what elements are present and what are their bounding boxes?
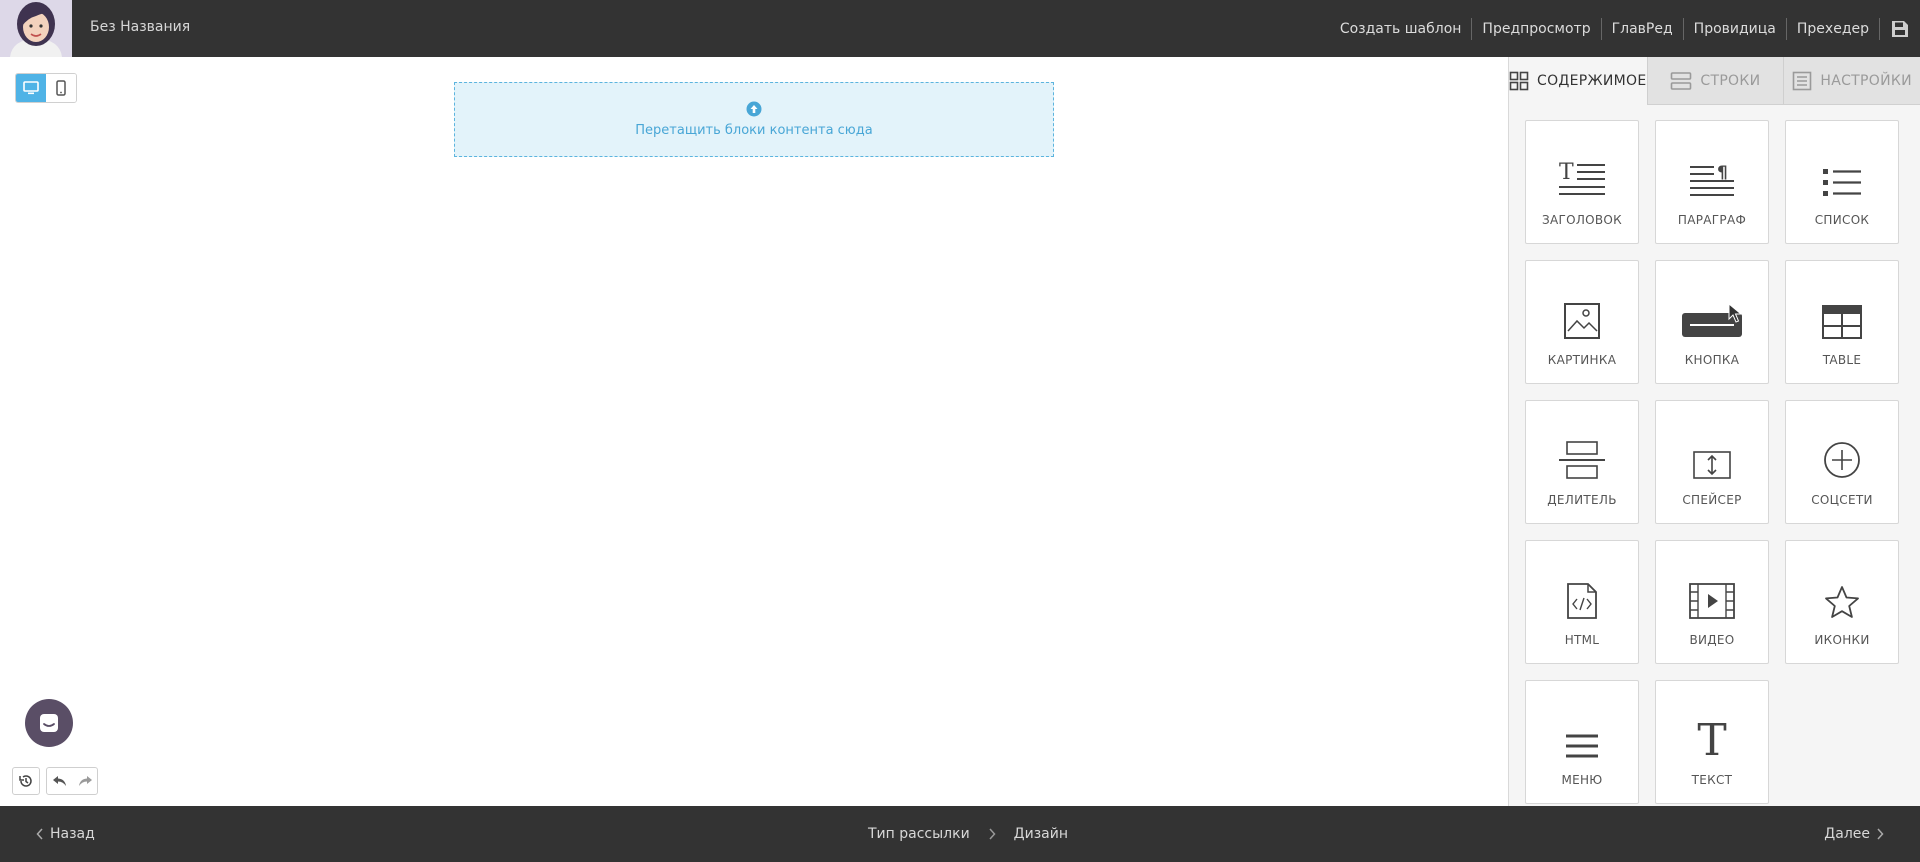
- preview-link[interactable]: Предпросмотр: [1472, 17, 1602, 40]
- chevron-right-icon: [989, 828, 996, 840]
- block-paragraph-label: ПАРАГРАФ: [1677, 213, 1747, 227]
- step-mailing-type[interactable]: Тип рассылки: [868, 826, 970, 842]
- glavred-link[interactable]: ГлавРед: [1602, 17, 1684, 40]
- grid-icon: [1509, 71, 1529, 91]
- blocks-panel: СОДЕРЖИМОЕ СТРОКИ НАСТРОЙКИ T ЗАГОЛОВОК …: [1508, 57, 1920, 806]
- block-social-label: СОЦСЕТИ: [1811, 493, 1873, 507]
- block-heading[interactable]: T ЗАГОЛОВОК: [1525, 120, 1639, 244]
- block-icons-label: ИКОНКИ: [1814, 633, 1870, 647]
- undo-icon: [52, 776, 66, 786]
- block-spacer-label: СПЕЙСЕР: [1682, 493, 1742, 507]
- block-image-label: КАРТИНКА: [1547, 353, 1617, 367]
- next-button[interactable]: Далее: [1824, 806, 1884, 862]
- tab-rows[interactable]: СТРОКИ: [1646, 57, 1784, 105]
- svg-text:¶: ¶: [1717, 163, 1728, 183]
- drop-zone-text: Перетащить блоки контента сюда: [635, 123, 873, 138]
- bottom-bar: Назад Тип рассылки Дизайн Далее: [0, 806, 1920, 862]
- divider-icon: [1559, 441, 1605, 479]
- svg-text:T: T: [1559, 161, 1574, 185]
- content-drop-zone[interactable]: Перетащить блоки контента сюда: [454, 82, 1054, 157]
- step-design[interactable]: Дизайн: [1014, 826, 1068, 842]
- block-heading-label: ЗАГОЛОВОК: [1541, 213, 1623, 227]
- table-icon: [1822, 305, 1862, 339]
- block-text[interactable]: T ТЕКСТ: [1655, 680, 1769, 804]
- panel-tabs: СОДЕРЖИМОЕ СТРОКИ НАСТРОЙКИ: [1509, 57, 1920, 105]
- block-table[interactable]: TABLE: [1785, 260, 1899, 384]
- history-icon: [19, 775, 32, 787]
- paragraph-icon: ¶: [1690, 163, 1734, 196]
- content-blocks-grid: T ЗАГОЛОВОК ¶ ПАРАГРАФ СПИСОК КАРТИНКА К…: [1525, 120, 1899, 804]
- back-button[interactable]: Назад: [36, 806, 95, 862]
- top-menu: Создать шаблон Предпросмотр ГлавРед Пров…: [1330, 0, 1920, 57]
- redo-icon: [78, 776, 92, 786]
- block-list[interactable]: СПИСОК: [1785, 120, 1899, 244]
- star-icon: [1825, 586, 1859, 618]
- save-button[interactable]: [1880, 0, 1920, 57]
- desktop-view-button[interactable]: [16, 74, 46, 102]
- block-icons[interactable]: ИКОНКИ: [1785, 540, 1899, 664]
- spacer-icon: [1693, 451, 1731, 479]
- plus-circle-icon: [1824, 442, 1860, 478]
- redo-button[interactable]: [72, 768, 97, 794]
- undo-button[interactable]: [47, 768, 72, 794]
- svg-text:T: T: [1697, 719, 1726, 759]
- email-canvas: Перетащить блоки контента сюда: [0, 57, 1508, 806]
- history-button[interactable]: [12, 767, 40, 795]
- tab-content-label: СОДЕРЖИМОЕ: [1537, 73, 1647, 89]
- tab-settings-label: НАСТРОЙКИ: [1820, 72, 1912, 89]
- desktop-icon: [23, 81, 39, 95]
- block-menu-label: МЕНЮ: [1561, 773, 1603, 787]
- block-list-label: СПИСОК: [1814, 213, 1870, 227]
- mobile-icon: [56, 80, 66, 96]
- block-table-label: TABLE: [1822, 353, 1862, 367]
- text-t-icon: T: [1697, 719, 1726, 759]
- history-toolbar: [12, 767, 98, 795]
- image-icon: [1564, 303, 1600, 339]
- mobile-view-button[interactable]: [46, 74, 76, 102]
- block-html[interactable]: HTML: [1525, 540, 1639, 664]
- block-divider-label: ДЕЛИТЕЛЬ: [1547, 493, 1617, 507]
- block-menu[interactable]: МЕНЮ: [1525, 680, 1639, 804]
- block-button[interactable]: КНОПКА: [1655, 260, 1769, 384]
- rows-icon: [1671, 71, 1692, 90]
- block-video[interactable]: ВИДЕО: [1655, 540, 1769, 664]
- tab-rows-label: СТРОКИ: [1700, 72, 1761, 89]
- block-spacer[interactable]: СПЕЙСЕР: [1655, 400, 1769, 524]
- video-film-icon: [1689, 583, 1735, 619]
- block-image[interactable]: КАРТИНКА: [1525, 260, 1639, 384]
- wizard-breadcrumb: Тип рассылки Дизайн: [868, 806, 1068, 862]
- code-file-icon: [1567, 583, 1597, 619]
- block-video-label: ВИДЕО: [1689, 633, 1735, 647]
- back-label: Назад: [50, 826, 95, 842]
- avatar[interactable]: [0, 0, 72, 57]
- mouse-cursor-icon: [1728, 303, 1742, 323]
- next-label: Далее: [1824, 826, 1870, 842]
- tab-settings[interactable]: НАСТРОЙКИ: [1783, 57, 1920, 105]
- block-social[interactable]: СОЦСЕТИ: [1785, 400, 1899, 524]
- arrow-up-circle-icon: [746, 101, 762, 117]
- tab-content[interactable]: СОДЕРЖИМОЕ: [1509, 57, 1647, 105]
- heading-icon: T: [1559, 161, 1605, 195]
- top-bar: Без Названия Создать шаблон Предпросмотр…: [0, 0, 1920, 57]
- save-icon: [1892, 20, 1908, 37]
- undo-redo-group: [46, 767, 98, 795]
- list-icon: [1823, 169, 1861, 196]
- chat-icon: [40, 714, 58, 732]
- block-html-label: HTML: [1564, 633, 1600, 647]
- block-button-label: КНОПКА: [1684, 353, 1740, 367]
- block-text-label: ТЕКСТ: [1691, 773, 1733, 787]
- chat-button[interactable]: [25, 699, 73, 747]
- preheader-link[interactable]: Прехедер: [1787, 17, 1880, 40]
- chevron-left-icon: [36, 828, 43, 840]
- document-title[interactable]: Без Названия: [90, 0, 190, 57]
- settings-doc-icon: [1793, 71, 1812, 90]
- create-template-link[interactable]: Создать шаблон: [1330, 17, 1473, 40]
- block-paragraph[interactable]: ¶ ПАРАГРАФ: [1655, 120, 1769, 244]
- chevron-right-icon: [1877, 828, 1884, 840]
- device-toggle: [15, 73, 77, 103]
- providitsa-link[interactable]: Провидица: [1684, 17, 1787, 40]
- block-divider[interactable]: ДЕЛИТЕЛЬ: [1525, 400, 1639, 524]
- hamburger-menu-icon: [1566, 734, 1598, 758]
